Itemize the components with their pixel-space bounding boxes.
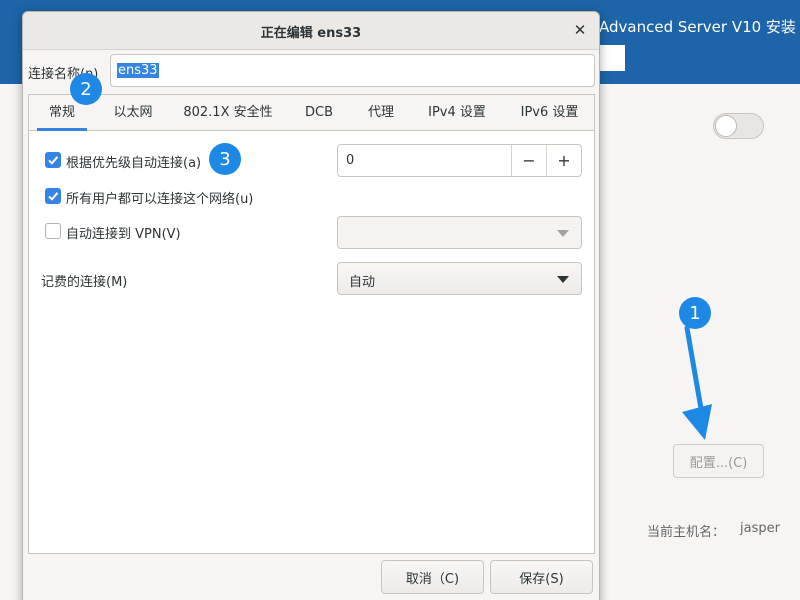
- connection-name-input[interactable]: ens33: [110, 54, 595, 87]
- metered-select[interactable]: 自动: [337, 262, 582, 295]
- priority-value: 0: [346, 153, 355, 168]
- increment-icon[interactable]: +: [546, 145, 581, 176]
- check-icon: [48, 156, 59, 165]
- close-icon[interactable]: ✕: [571, 21, 589, 39]
- annotation-marker-1: 1: [679, 297, 711, 329]
- hostname-value: jasper: [740, 521, 780, 536]
- tab-bar: 常规 以太网 802.1X 安全性 DCB 代理 IPv4 设置 IPv6 设置: [29, 95, 594, 131]
- settings-notebook: 常规 以太网 802.1X 安全性 DCB 代理 IPv4 设置 IPv6 设置…: [28, 94, 595, 554]
- chevron-down-icon: [557, 230, 569, 237]
- connection-name-value: ens33: [117, 63, 159, 78]
- chevron-down-icon: [557, 276, 569, 283]
- tab-ipv6-settings[interactable]: IPv6 设置: [505, 95, 594, 131]
- toggle-knob: [715, 115, 737, 137]
- network-toggle[interactable]: [713, 113, 764, 139]
- auto-vpn-checkbox[interactable]: [45, 223, 61, 239]
- annotation-marker-2: 2: [70, 73, 102, 105]
- configure-button[interactable]: 配置...(C): [673, 444, 764, 478]
- installer-title: Advanced Server V10 安装: [599, 18, 796, 36]
- tab-dcb[interactable]: DCB: [285, 95, 353, 131]
- priority-spinner[interactable]: 0 − +: [337, 144, 582, 177]
- check-icon: [48, 192, 59, 201]
- decrement-icon[interactable]: −: [511, 145, 546, 176]
- all-users-label: 所有用户都可以连接这个网络(u): [66, 192, 254, 207]
- save-button[interactable]: 保存(S): [490, 560, 593, 594]
- edit-connection-dialog: 正在编辑 ens33 ✕ 连接名称(n) ens33 常规 以太网 802.1X…: [22, 11, 600, 600]
- tab-8021x-security[interactable]: 802.1X 安全性: [171, 95, 285, 131]
- dialog-titlebar: 正在编辑 ens33 ✕: [23, 12, 599, 50]
- annotation-marker-3: 3: [209, 143, 241, 175]
- auto-connect-priority-checkbox[interactable]: [45, 152, 61, 168]
- auto-connect-priority-label: 根据优先级自动连接(a): [66, 156, 202, 171]
- vpn-select: [337, 216, 582, 249]
- all-users-checkbox[interactable]: [45, 188, 61, 204]
- cancel-button[interactable]: 取消（C): [381, 560, 484, 594]
- tab-proxy[interactable]: 代理: [353, 95, 409, 131]
- metered-value: 自动: [349, 275, 376, 290]
- hostname-label: 当前主机名：: [647, 525, 726, 540]
- auto-vpn-label: 自动连接到 VPN(V): [66, 227, 181, 242]
- metered-label: 记费的连接(M): [41, 275, 128, 290]
- dialog-title: 正在编辑 ens33: [260, 26, 362, 41]
- tab-ipv4-settings[interactable]: IPv4 设置: [409, 95, 505, 131]
- tab-ethernet[interactable]: 以太网: [95, 95, 171, 131]
